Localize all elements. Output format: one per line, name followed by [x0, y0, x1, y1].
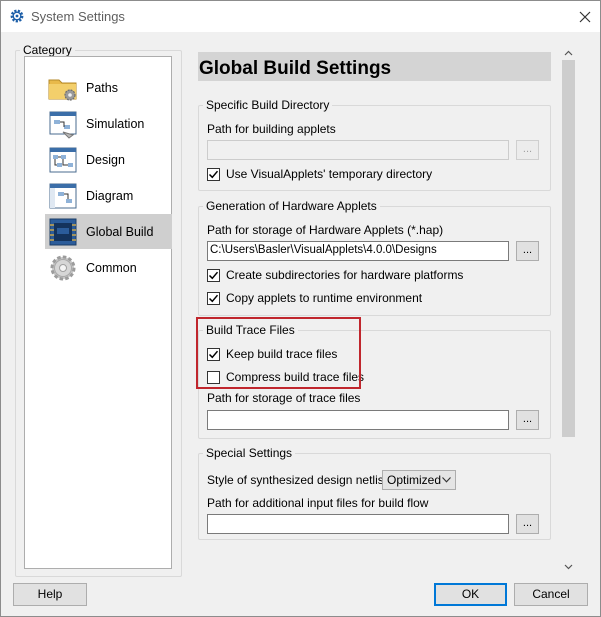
- system-settings-window: System Settings Category Paths Simulatio…: [0, 0, 601, 617]
- category-label: Common: [86, 260, 137, 275]
- category-item-paths[interactable]: Paths: [45, 70, 172, 105]
- checkmark-icon: [208, 271, 219, 279]
- simulation-icon: [49, 111, 77, 139]
- gear-icon: [50, 255, 76, 280]
- chevron-up-icon[interactable]: [563, 48, 574, 59]
- checkbox-label: Compress build trace files: [226, 370, 365, 384]
- additional-files-input[interactable]: [207, 514, 509, 534]
- checkmark-icon: [208, 294, 219, 302]
- build-path-label: Path for building applets: [207, 122, 336, 136]
- chevron-down-icon[interactable]: [563, 561, 574, 572]
- use-temp-dir-checkbox[interactable]: Use VisualApplets' temporary directory: [207, 167, 432, 181]
- category-label: Design: [86, 152, 125, 167]
- group-legend: Special Settings: [206, 446, 293, 460]
- folder-gear-icon: [48, 79, 77, 101]
- hap-path-input[interactable]: C:\Users\Basler\VisualApplets\4.0.0\Desi…: [207, 241, 509, 261]
- trace-path-browse-button[interactable]: ...: [516, 410, 539, 430]
- checkmark-icon: [208, 350, 219, 358]
- checkbox-box[interactable]: [207, 347, 220, 361]
- close-icon[interactable]: [573, 5, 597, 29]
- checkbox-box[interactable]: [207, 370, 220, 384]
- netlist-style-label: Style of synthesized design netlists: [207, 473, 394, 487]
- checkbox-label: Create subdirectories for hardware platf…: [226, 268, 464, 282]
- checkmark-icon: [208, 170, 219, 178]
- gear-icon: [10, 9, 24, 23]
- page-title: Global Build Settings: [198, 52, 551, 81]
- category-legend: Category: [23, 43, 72, 57]
- title-bar: System Settings: [1, 1, 600, 32]
- checkbox-box[interactable]: [207, 268, 220, 282]
- category-item-global-build[interactable]: Global Build: [45, 214, 172, 249]
- keep-trace-files-checkbox[interactable]: Keep build trace files: [207, 347, 337, 361]
- cancel-button[interactable]: Cancel: [514, 583, 588, 606]
- additional-files-browse-button[interactable]: ...: [516, 514, 539, 534]
- trace-path-input[interactable]: [207, 410, 509, 430]
- build-path-browse-button: ...: [516, 140, 539, 160]
- category-item-diagram[interactable]: Diagram: [45, 178, 172, 213]
- additional-files-label: Path for additional input files for buil…: [207, 496, 429, 510]
- group-legend: Build Trace Files: [206, 323, 295, 337]
- settings-content: Global Build Settings Specific Build Dir…: [190, 43, 576, 577]
- ok-button[interactable]: OK: [434, 583, 507, 606]
- build-path-input: [207, 140, 509, 160]
- select-value: Optimized: [387, 473, 442, 487]
- hap-path-browse-button[interactable]: ...: [516, 241, 539, 261]
- chip-icon: [49, 218, 77, 245]
- checkbox-box[interactable]: [207, 167, 220, 181]
- category-item-common[interactable]: Common: [45, 250, 172, 285]
- window-title: System Settings: [31, 9, 125, 24]
- checkbox-label: Copy applets to runtime environment: [226, 291, 423, 305]
- category-item-design[interactable]: Design: [45, 142, 172, 177]
- diagram-icon: [49, 183, 77, 208]
- netlist-style-select[interactable]: Optimized: [382, 470, 456, 490]
- checkbox-label: Use VisualApplets' temporary directory: [226, 167, 433, 181]
- design-icon: [49, 147, 77, 172]
- category-item-simulation[interactable]: Simulation: [45, 106, 172, 141]
- help-button[interactable]: Help: [13, 583, 87, 606]
- group-legend: Generation of Hardware Applets: [206, 199, 377, 213]
- checkbox-box[interactable]: [207, 291, 220, 305]
- trace-path-label: Path for storage of trace files: [207, 391, 361, 405]
- checkbox-label: Keep build trace files: [226, 347, 338, 361]
- create-subdirs-checkbox[interactable]: Create subdirectories for hardware platf…: [207, 268, 463, 282]
- hap-path-label: Path for storage of Hardware Applets (*.…: [207, 223, 444, 237]
- category-label: Paths: [86, 80, 118, 95]
- category-label: Diagram: [86, 188, 134, 203]
- group-legend: Specific Build Directory: [206, 98, 330, 112]
- category-label: Global Build: [86, 224, 154, 239]
- vertical-scrollbar[interactable]: [560, 43, 577, 577]
- scrollbar-thumb[interactable]: [562, 60, 575, 437]
- compress-trace-files-checkbox[interactable]: Compress build trace files: [207, 370, 364, 384]
- copy-applets-checkbox[interactable]: Copy applets to runtime environment: [207, 291, 422, 305]
- category-label: Simulation: [86, 116, 145, 131]
- chevron-down-icon: [442, 477, 451, 483]
- category-list: Paths Simulation Design Diagram Global B…: [24, 56, 172, 569]
